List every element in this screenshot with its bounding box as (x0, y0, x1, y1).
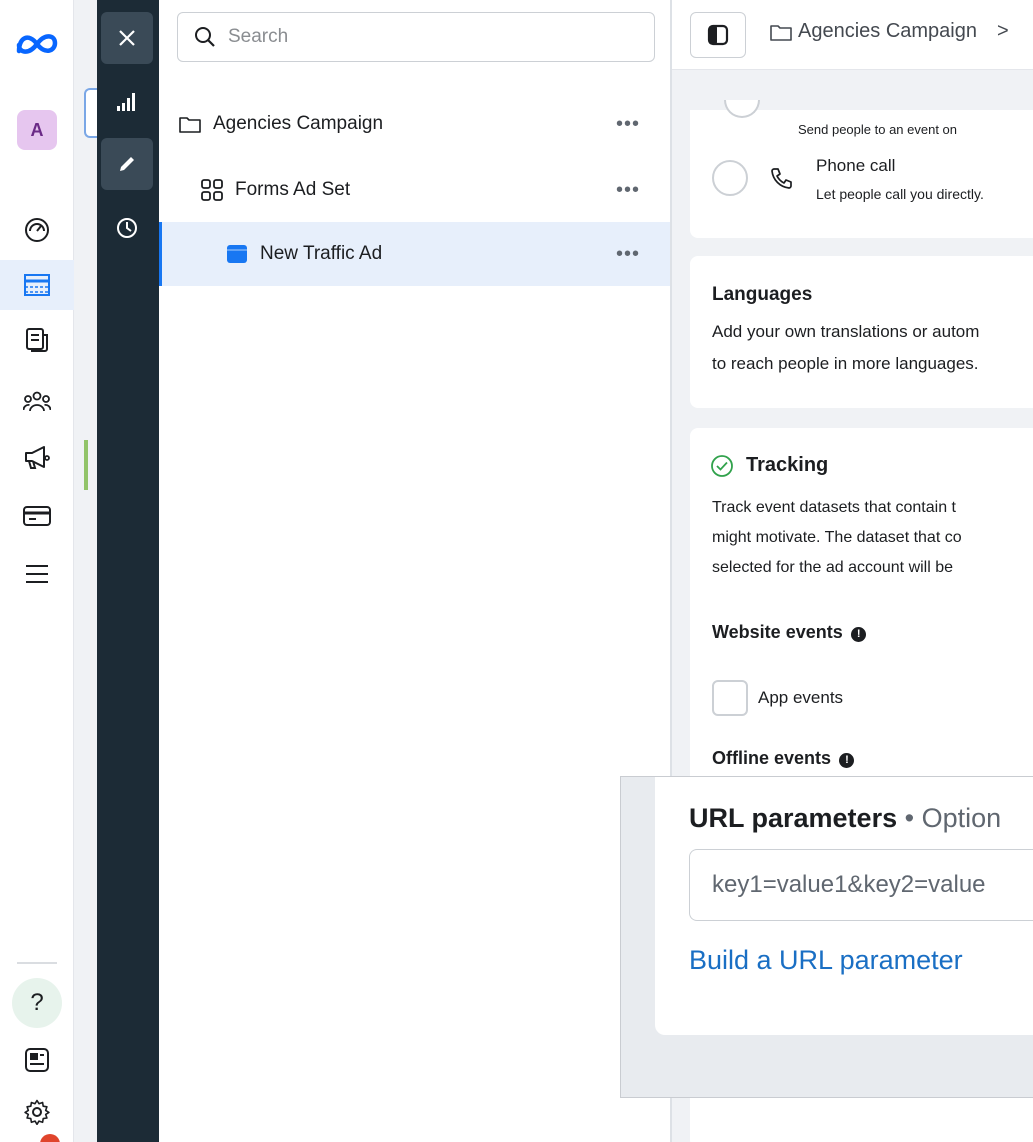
help-button[interactable]: ? (0, 978, 74, 1028)
nav-item-dashboard[interactable] (0, 208, 74, 252)
nav-item-billing[interactable] (0, 494, 74, 538)
history-clock-icon (117, 218, 137, 238)
tracking-desc-line3: selected for the ad account will be (712, 559, 954, 576)
tracking-title: Tracking (746, 454, 829, 476)
more-options-button[interactable]: ••• (616, 243, 640, 266)
breadcrumb[interactable]: Agencies Campaign > (770, 20, 1009, 43)
help-icon: ? (12, 978, 62, 1028)
languages-card: Languages Add your own translations or a… (690, 256, 1033, 408)
close-editor-button[interactable] (101, 12, 153, 64)
rail-divider (17, 962, 57, 964)
notification-dot (40, 1134, 60, 1142)
offline-events-heading: Offline events ! (712, 748, 855, 769)
account-initial: A (17, 110, 57, 150)
underlying-control (84, 88, 98, 138)
nav-item-news[interactable] (0, 1038, 74, 1082)
languages-desc-line1: Add your own translations or autom (712, 322, 980, 341)
phone-call-radio[interactable] (712, 160, 748, 196)
more-options-button[interactable]: ••• (616, 179, 640, 202)
tree-item-label: Forms Ad Set (235, 179, 351, 200)
radio-partial[interactable] (724, 100, 760, 118)
tracking-desc-line1: Track event datasets that contain t (712, 499, 956, 516)
reporting-button[interactable] (101, 76, 153, 128)
pages-icon (26, 328, 48, 352)
folder-icon (770, 24, 792, 41)
account-avatar[interactable]: A (0, 108, 74, 152)
languages-title: Languages (712, 284, 813, 305)
underlying-page-edge (74, 0, 98, 1142)
url-parameters-zoom-callout: URL parameters • Option Build a URL para… (620, 776, 1033, 1098)
breadcrumb-separator: > (997, 20, 1009, 42)
phone-call-desc: Let people call you directly. (816, 186, 984, 202)
check-circle-icon (711, 455, 733, 477)
nav-item-all-tools[interactable] (0, 552, 74, 596)
website-events-heading: Website events ! (712, 622, 867, 643)
gear-icon (24, 1099, 50, 1125)
url-parameters-heading: URL parameters • Option (689, 803, 1001, 834)
nav-item-settings[interactable] (0, 1090, 74, 1134)
ad-icon (227, 245, 247, 263)
website-events-label: Website events (712, 622, 843, 642)
underlying-status-bar (84, 440, 88, 490)
editor-tool-column (97, 0, 159, 1142)
tracking-desc-line2: might motivate. The dataset that co (712, 529, 962, 546)
history-button[interactable] (101, 202, 153, 254)
optional-label: • Option (904, 803, 1002, 833)
search-input[interactable] (228, 26, 628, 48)
info-icon[interactable]: ! (839, 753, 855, 768)
offline-events-label: Offline events (712, 748, 832, 768)
chart-bars-icon (117, 93, 135, 111)
url-parameters-input[interactable] (712, 871, 1033, 899)
info-icon[interactable]: ! (851, 627, 867, 642)
more-options-button[interactable]: ••• (616, 113, 640, 136)
editor-topbar: Agencies Campaign > (672, 0, 1033, 70)
close-icon (119, 30, 135, 46)
edit-button[interactable] (101, 138, 153, 190)
phone-icon (771, 168, 792, 189)
tree-item-label: Agencies Campaign (213, 113, 384, 134)
nav-item-audiences[interactable] (0, 380, 74, 424)
edit-pencil-icon (120, 157, 134, 171)
dashboard-gauge-icon (25, 218, 49, 242)
option-desc-partial: Send people to an event on (798, 122, 958, 137)
folder-icon (179, 117, 201, 133)
tree-item-ad-set[interactable]: Forms Ad Set ••• (159, 158, 670, 222)
sidebar-toggle-icon (707, 24, 729, 46)
nav-item-ads-manager[interactable] (0, 260, 74, 310)
tree-item-label: New Traffic Ad (260, 243, 383, 264)
phone-call-title: Phone call (816, 156, 896, 175)
tree-search-box[interactable] (177, 12, 655, 62)
menu-icon (26, 565, 48, 583)
search-icon (195, 27, 215, 47)
build-url-parameter-link[interactable]: Build a URL parameter (689, 945, 963, 976)
breadcrumb-campaign[interactable]: Agencies Campaign (798, 20, 977, 43)
ad-set-grid-icon (201, 179, 223, 201)
billing-card-icon (23, 506, 51, 526)
tree-item-campaign[interactable]: Agencies Campaign ••• (159, 92, 670, 156)
nav-item-pages[interactable] (0, 318, 74, 362)
audiences-icon (23, 391, 51, 412)
panel-toggle-button[interactable] (690, 12, 746, 58)
url-parameters-title: URL parameters (689, 803, 898, 833)
app-events-checkbox[interactable] (712, 680, 748, 716)
ads-manager-table-icon (24, 274, 50, 296)
news-feed-icon (25, 1048, 49, 1072)
destination-options-card: Send people to an event on Phone call Le… (690, 100, 1033, 238)
url-parameters-section: URL parameters • Option Build a URL para… (655, 777, 1033, 1035)
global-nav-rail: A ? (0, 0, 74, 1142)
campaign-megaphone-icon (25, 446, 50, 469)
meta-logo[interactable] (0, 22, 74, 66)
url-parameters-field[interactable] (689, 849, 1033, 921)
languages-desc-line2: to reach people in more languages. (712, 354, 979, 373)
nav-item-campaigns[interactable] (0, 436, 74, 480)
meta-logo-icon (16, 34, 58, 54)
tree-item-ad[interactable]: New Traffic Ad ••• (159, 222, 670, 286)
campaign-tree-panel: Agencies Campaign ••• Forms Ad Set ••• N… (159, 0, 672, 1142)
app-events-label: App events (758, 688, 844, 707)
